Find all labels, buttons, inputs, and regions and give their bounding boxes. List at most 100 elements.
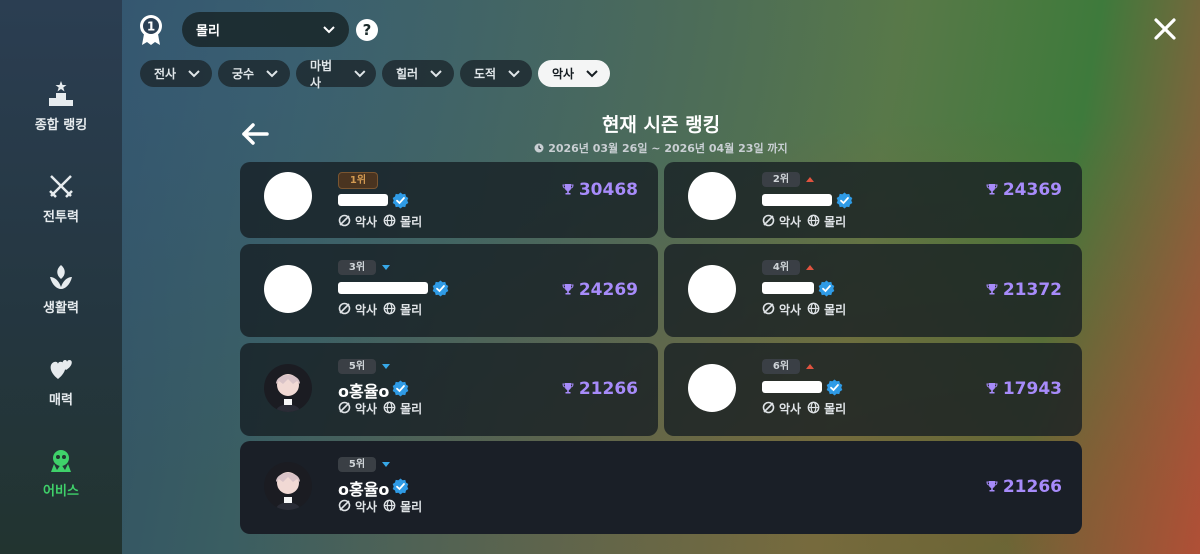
redacted-name [762,194,832,206]
player-meta: 악사 몰리 [338,498,422,515]
filter-archer[interactable]: 궁수 [218,60,290,87]
trophy-icon [986,379,998,399]
rank-badge: 3위 [338,260,376,275]
chevron-down-icon [354,69,366,77]
avatar [688,363,736,412]
job-label: 악사 [355,303,378,317]
rank-badge: 6위 [762,359,800,374]
score-value: 24369 [1002,180,1062,200]
job-icon [762,401,775,417]
score: 21372 [986,280,1062,300]
player-name: o홍율o [338,480,390,499]
score: 17943 [986,379,1062,399]
filter-label: 궁수 [232,67,255,81]
rank-badge: 5위 [338,457,376,472]
verified-badge-icon [836,192,853,209]
trophy-icon [562,280,574,300]
trophy-icon [562,379,574,399]
avatar [688,172,736,220]
svg-text:1: 1 [147,20,155,34]
sidebar-item-charm[interactable]: 매력 [0,355,122,408]
server-label: 몰리 [824,303,847,317]
redacted-name [338,282,428,294]
server-select[interactable]: 몰리 [182,12,349,47]
filter-mage[interactable]: 마법사 [296,59,376,90]
avatar [264,264,312,313]
my-ranking-card[interactable]: 5위 o홍율o 악사 몰리 21266 [240,441,1082,534]
score: 24269 [562,280,638,300]
server-icon [383,499,396,515]
chevron-down-icon [430,69,442,77]
redacted-name [762,381,822,393]
filter-healer[interactable]: 힐러 [382,60,454,87]
sidebar-item-abyss[interactable]: 어비스 [0,446,122,499]
server-label: 몰리 [400,500,423,514]
ranking-medal-icon: 1 [140,15,162,45]
server-icon [383,401,396,417]
server-icon [383,302,396,318]
job-label: 악사 [355,500,378,514]
score-value: 21266 [1002,476,1062,497]
player-meta: 악사 몰리 [338,213,422,230]
avatar [264,172,312,220]
filter-label: 도적 [474,67,497,81]
chevron-down-icon [508,69,520,77]
sidebar-item-label: 생활력 [43,301,79,316]
verified-badge-icon [826,379,843,396]
job-icon [338,214,351,230]
server-label: 몰리 [400,303,423,317]
sidebar-item-label: 전투력 [43,210,79,225]
close-icon[interactable] [1152,16,1178,42]
verified-badge-icon [392,192,409,209]
server-label: 몰리 [400,402,423,416]
verified-badge-icon [392,380,409,397]
sidebar-item-life[interactable]: 생활력 [0,263,122,316]
redacted-name [338,194,388,206]
filter-label: 마법사 [310,58,333,90]
chevron-down-icon [586,69,598,77]
help-button[interactable]: ? [356,19,378,41]
player-meta: 악사 몰리 [762,400,846,417]
score-value: 30468 [578,180,638,200]
chevron-down-icon [188,69,200,77]
job-icon [338,401,351,417]
verified-badge-icon [392,478,409,495]
score-value: 21266 [578,378,638,399]
server-label: 몰리 [824,402,847,416]
hearts-icon [50,360,72,379]
avatar [264,363,312,412]
season-period: 2026년 03월 26일 ~ 2026년 04월 23일 까지 [0,140,1200,156]
trophy-icon [986,280,998,300]
ranking-card[interactable]: 1위 악사 몰리 30468 [240,162,658,238]
rank-down-icon [382,265,390,270]
class-filter-bar: 전사 궁수 마법사 힐러 도적 악사 [140,59,610,90]
ranking-card[interactable]: 2위 악사 몰리 24369 [664,162,1082,238]
sidebar: 종합 랭킹 전투력 생활력 매력 어비스 [0,0,122,554]
ranking-card[interactable]: 3위악사 몰리 24269 [240,244,658,337]
filter-bard[interactable]: 악사 [538,60,610,87]
sidebar-item-label: 어비스 [43,484,79,499]
rank-badge: 4위 [762,260,800,275]
player-meta: 악사 몰리 [338,301,422,318]
sidebar-item-label: 매력 [49,393,73,408]
player-meta: 악사 몰리 [762,213,846,230]
score-value: 21372 [1002,279,1062,300]
server-icon [807,401,820,417]
trophy-icon [562,180,574,200]
ranking-card[interactable]: 6위악사 몰리 17943 [664,343,1082,436]
ranking-card[interactable]: 4위 악사 몰리 21372 [664,244,1082,337]
server-icon [807,302,820,318]
job-label: 악사 [779,215,802,229]
job-label: 악사 [355,215,378,229]
server-label: 몰리 [824,215,847,229]
job-icon [762,302,775,318]
season-period-text: 2026년 03월 26일 ~ 2026년 04월 23일 까지 [548,142,788,155]
rank-up-icon [806,364,814,369]
verified-badge-icon [818,280,835,297]
job-icon [338,499,351,515]
filter-thief[interactable]: 도적 [460,60,532,87]
server-icon [807,214,820,230]
filter-warrior[interactable]: 전사 [140,60,212,87]
sidebar-item-combat[interactable]: 전투력 [0,172,122,225]
ranking-card[interactable]: 5위 o홍율o 악사 몰리 21266 [240,343,658,436]
